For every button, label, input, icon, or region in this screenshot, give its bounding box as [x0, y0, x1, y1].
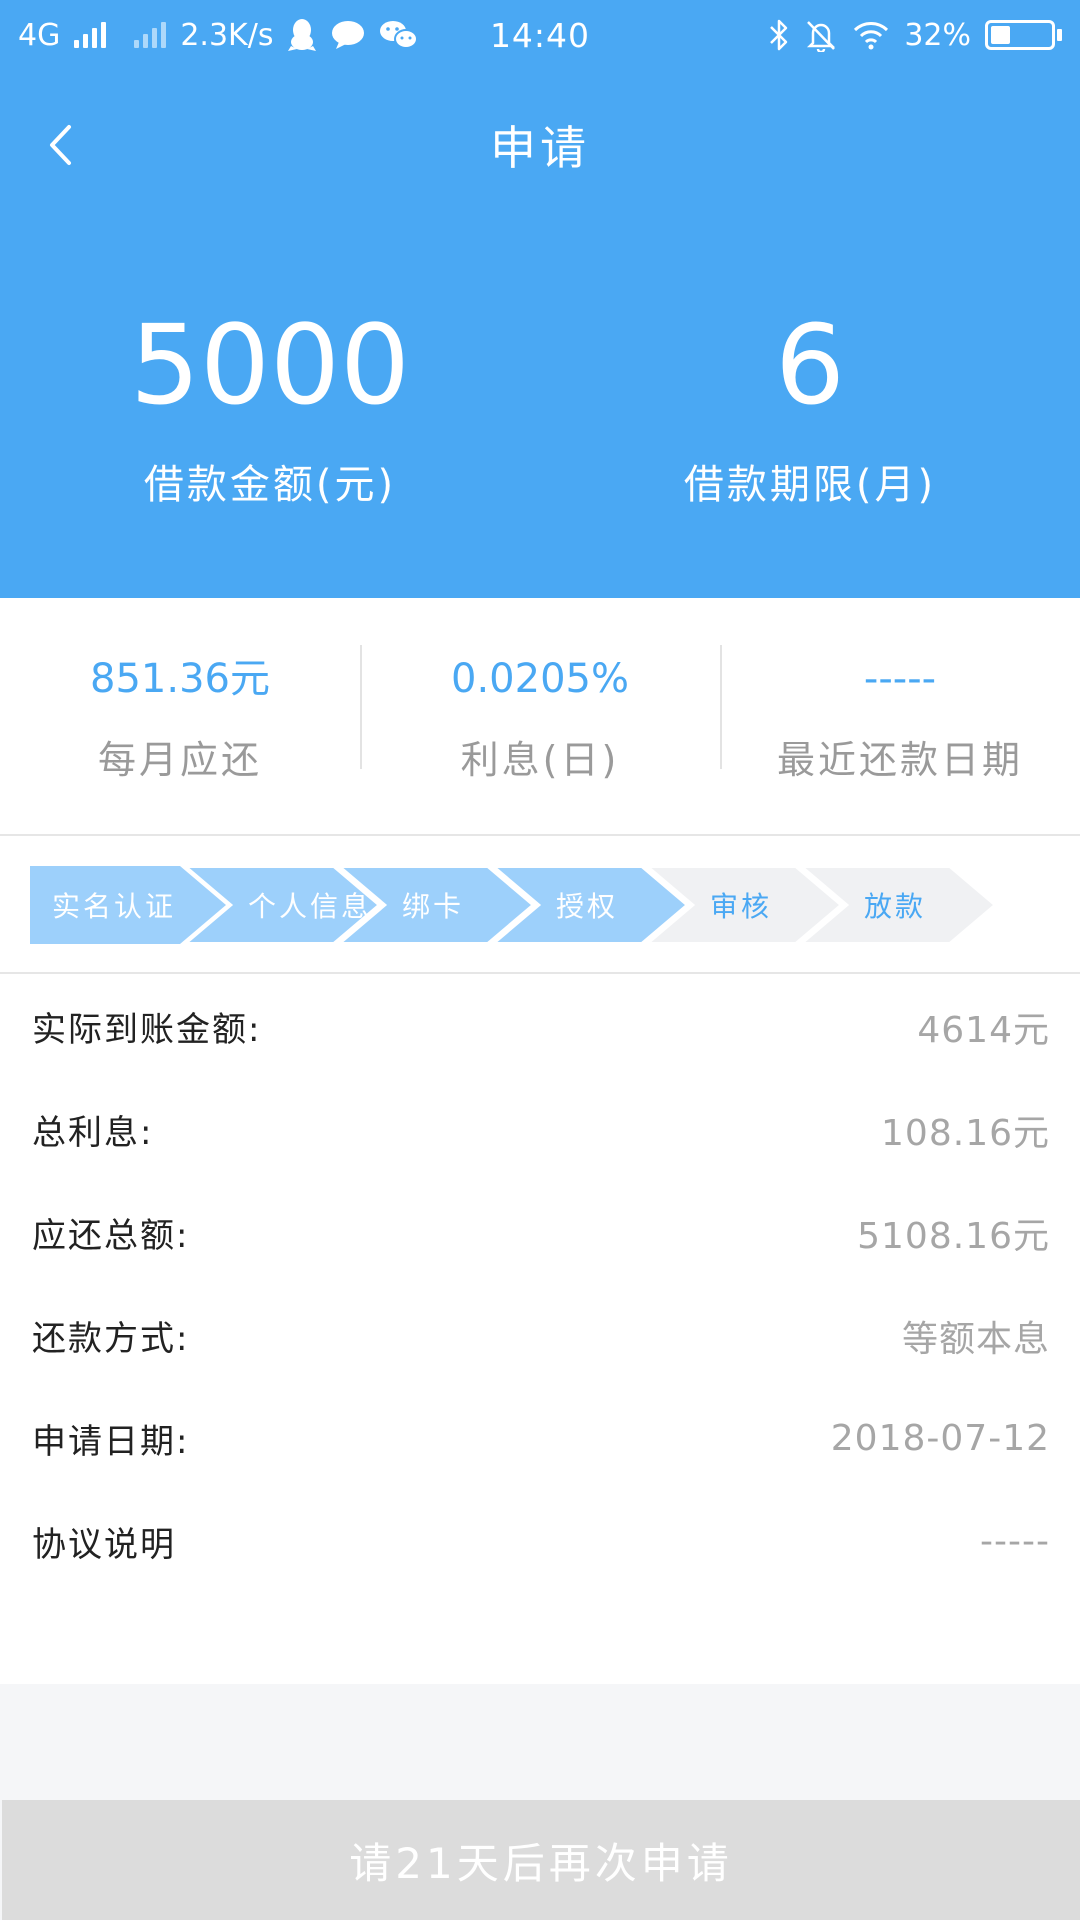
chevron-left-icon [50, 125, 71, 165]
repayment-summary: 851.36元 每月应还 0.0205% 利息(日) ----- 最近还款日期 [0, 598, 1080, 836]
application-date-value: 2018-07-12 [830, 1418, 1050, 1459]
divider [0, 834, 1080, 836]
total-repayment-value: 5108.16元 [857, 1215, 1050, 1257]
repayment-method-value: 等额本息 [901, 1318, 1050, 1360]
repayment-method-label: 还款方式: [32, 1319, 190, 1359]
total-repayment-label: 应还总额: [32, 1216, 190, 1256]
loan-term: 6 借款期限(月) [540, 300, 1080, 510]
next-repayment-date-value: ----- [863, 655, 937, 702]
received-amount-label: 实际到账金额: [32, 1010, 262, 1050]
status-time: 14:40 [489, 16, 591, 55]
nav-bar: 申请 [0, 100, 1080, 190]
step-label: 授权 [556, 890, 619, 923]
detail-row-agreement[interactable]: 协议说明 ----- [0, 1490, 1080, 1593]
agreement-label[interactable]: 协议说明 [32, 1517, 176, 1566]
loan-amount-label: 借款金额(元) [143, 462, 397, 508]
step-label: 绑卡 [402, 890, 465, 923]
back-button[interactable] [30, 115, 90, 175]
monthly-payment-value: 851.36元 [90, 655, 270, 702]
divider [0, 972, 1080, 974]
page-title: 申请 [490, 121, 590, 175]
application-progress-steps: 实名认证 个人信息 绑卡 授权 审核 放款 [30, 866, 1000, 944]
total-interest-value: 108.16元 [881, 1112, 1050, 1154]
monthly-payment: 851.36元 每月应还 [0, 651, 360, 784]
battery-icon [985, 20, 1062, 50]
total-interest-label: 总利息: [32, 1113, 154, 1153]
daily-interest-label: 利息(日) [460, 737, 620, 782]
application-date-label: 申请日期: [32, 1422, 190, 1462]
next-repayment-date-label: 最近还款日期 [776, 737, 1023, 782]
detail-row-application-date: 申请日期: 2018-07-12 [0, 1387, 1080, 1490]
loan-overview: 5000 借款金额(元) 6 借款期限(月) [0, 300, 1080, 510]
received-amount-value: 4614元 [917, 1009, 1050, 1051]
loan-details-list: 实际到账金额: 4614元 总利息: 108.16元 应还总额: 5108.16… [0, 975, 1080, 1593]
step-label: 审核 [710, 890, 773, 923]
reapply-button[interactable]: 请21天后再次申请 [2, 1800, 1080, 1920]
detail-row-total-repayment: 应还总额: 5108.16元 [0, 1181, 1080, 1284]
agreement-value: ----- [980, 1521, 1050, 1562]
step-disbursement: 放款 [800, 866, 1000, 944]
loan-term-value: 6 [775, 301, 845, 429]
step-label: 实名认证 [52, 890, 177, 923]
detail-row-repayment-method: 还款方式: 等额本息 [0, 1284, 1080, 1387]
loan-term-label: 借款期限(月) [683, 462, 937, 508]
step-label: 放款 [864, 890, 927, 923]
loan-amount: 5000 借款金额(元) [0, 300, 540, 510]
daily-interest-value: 0.0205% [451, 655, 629, 702]
daily-interest: 0.0205% 利息(日) [360, 651, 720, 784]
loan-application-screen: 4G 2.3K/s 14:40 32% 申请 5000 借款金额(元) 6 借款… [0, 0, 1080, 1920]
loan-header: 4G 2.3K/s 14:40 32% 申请 5000 借款金额(元) 6 借款… [0, 0, 1080, 598]
status-bar: 4G 2.3K/s 14:40 32% [0, 0, 1080, 70]
next-repayment-date: ----- 最近还款日期 [720, 651, 1080, 784]
detail-row-received-amount: 实际到账金额: 4614元 [0, 975, 1080, 1078]
monthly-payment-label: 每月应还 [97, 737, 262, 782]
loan-amount-value: 5000 [130, 301, 410, 429]
detail-row-total-interest: 总利息: 108.16元 [0, 1078, 1080, 1181]
